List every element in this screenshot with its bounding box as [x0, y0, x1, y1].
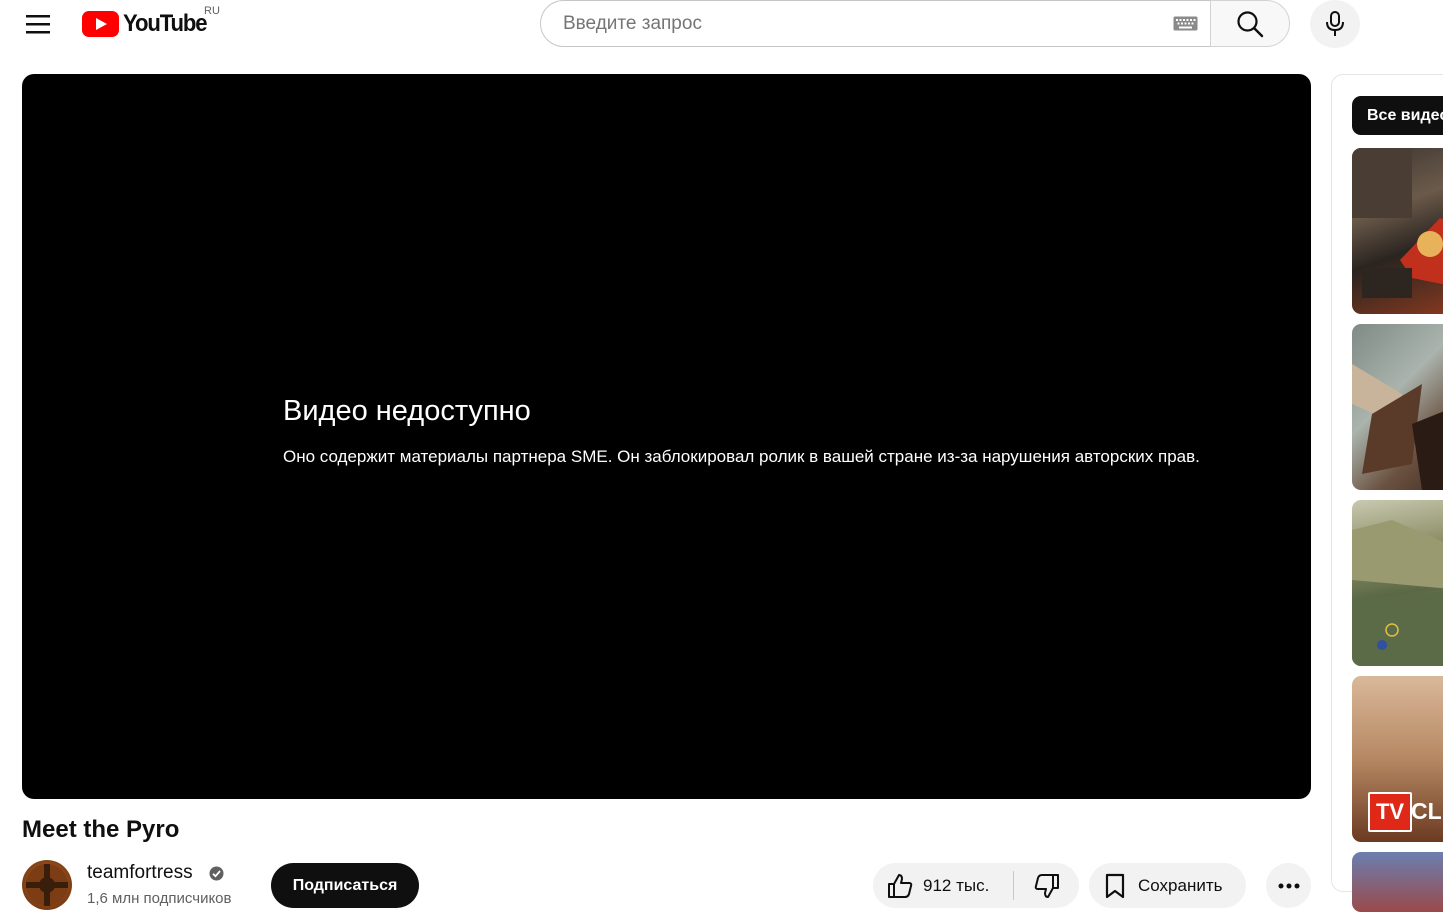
related-video-thumbnail[interactable] — [1352, 500, 1443, 666]
search-box[interactable] — [540, 0, 1210, 47]
keyboard-icon[interactable] — [1173, 16, 1198, 31]
thumbnail-overlay-text: CL — [1411, 798, 1442, 824]
thumbnail-art-icon — [1352, 520, 1443, 666]
video-player[interactable] — [22, 74, 1311, 799]
search-input[interactable] — [561, 11, 1145, 36]
youtube-logo[interactable]: YouTube — [82, 6, 214, 42]
search-button[interactable] — [1210, 0, 1290, 47]
like-count: 912 тыс. — [923, 875, 990, 895]
chip-all-videos[interactable]: Все видео — [1352, 96, 1443, 135]
save-button[interactable]: Сохранить — [1089, 863, 1246, 908]
dislike-button[interactable] — [1015, 863, 1079, 908]
video-title: Meet the Pyro — [22, 816, 180, 843]
like-button[interactable]: 912 тыс. — [873, 863, 1013, 908]
unavailable-title: Видео недоступно — [283, 395, 531, 427]
thumbnail-art-icon — [1352, 364, 1443, 490]
related-video-thumbnail[interactable] — [1352, 852, 1443, 912]
channel-name[interactable]: teamfortress — [87, 862, 193, 884]
thumbs-up-icon — [888, 873, 913, 898]
voice-search-button[interactable] — [1310, 0, 1360, 48]
channel-logo-icon — [26, 864, 68, 906]
thumbnail-art-icon — [1352, 148, 1443, 298]
thumbs-down-icon — [1034, 873, 1059, 898]
more-horizontal-icon — [1278, 883, 1299, 888]
microphone-icon — [1326, 11, 1344, 36]
save-label: Сохранить — [1138, 875, 1223, 895]
unavailable-message: Оно содержит материалы партнера SME. Он … — [283, 447, 1200, 466]
related-video-thumbnail[interactable] — [1352, 148, 1443, 314]
subscriber-count: 1,6 млн подписчиков — [87, 890, 232, 907]
menu-button[interactable] — [14, 4, 62, 44]
more-actions-button[interactable] — [1266, 863, 1311, 908]
search-icon — [1237, 10, 1264, 37]
related-video-thumbnail[interactable] — [1352, 324, 1443, 490]
tv-badge: TV — [1368, 792, 1412, 832]
hamburger-icon — [26, 15, 50, 34]
subscribe-button[interactable]: Подписаться — [271, 863, 419, 908]
logo-wordmark: YouTube — [123, 10, 208, 37]
country-code: RU — [204, 5, 220, 17]
like-divider — [1013, 871, 1014, 900]
bookmark-icon — [1105, 873, 1125, 898]
youtube-play-icon — [82, 11, 119, 37]
verified-icon — [209, 866, 224, 881]
channel-avatar[interactable] — [22, 860, 72, 910]
